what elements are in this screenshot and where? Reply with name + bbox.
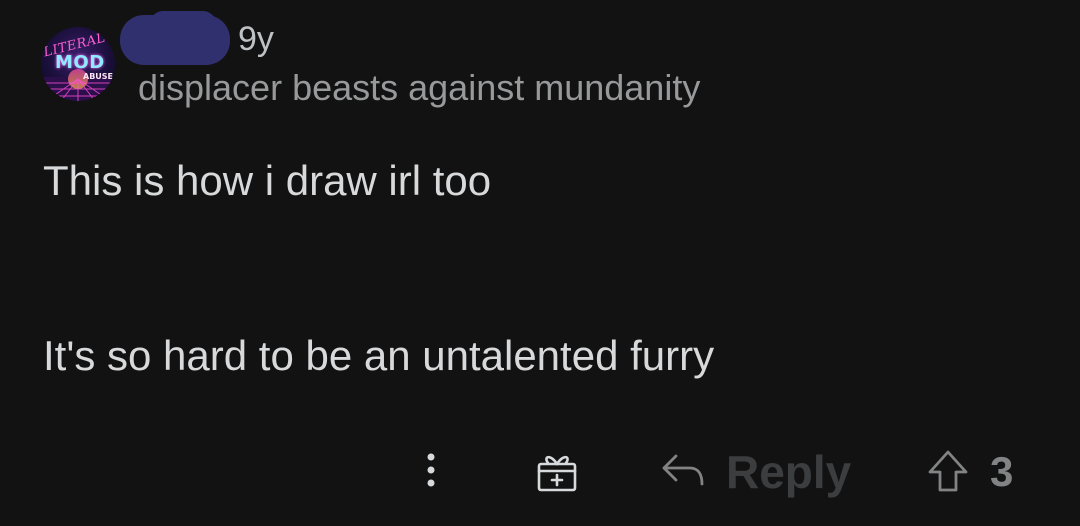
- comment-body-line-2: It's so hard to be an untalented furry: [43, 332, 715, 379]
- reply-button[interactable]: Reply: [726, 444, 851, 500]
- avatar-text-abuse: ABUSE: [83, 72, 114, 81]
- vertical-ellipsis-icon[interactable]: [418, 450, 444, 494]
- user-flair: displacer beasts against mundanity: [138, 67, 701, 108]
- reply-arrow-icon[interactable]: [660, 450, 706, 490]
- avatar-text-mod: MOD: [55, 52, 105, 73]
- avatar[interactable]: LITERAL MOD ABUSE: [41, 27, 115, 101]
- username-redaction[interactable]: [120, 11, 230, 65]
- vote-count: 3: [990, 448, 1014, 495]
- upvote-arrow-icon[interactable]: [926, 448, 970, 494]
- comment: LITERAL MOD ABUSE 9y displacer beasts ag…: [0, 0, 1080, 526]
- gift-icon[interactable]: [535, 450, 579, 494]
- comment-timestamp: 9y: [238, 20, 274, 58]
- comment-body-line-1: This is how i draw irl too: [43, 157, 492, 204]
